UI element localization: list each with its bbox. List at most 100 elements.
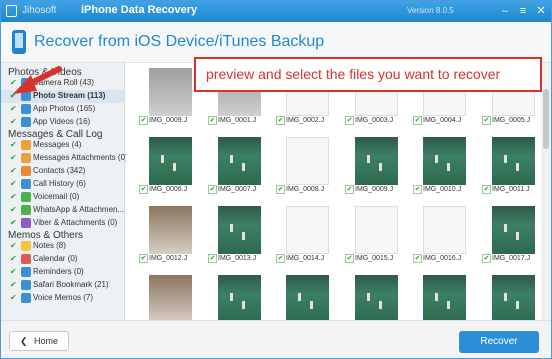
photo-thumbnail[interactable]: ✔ IMG_0011.J	[482, 137, 535, 194]
check-icon[interactable]: ✔	[10, 281, 18, 289]
photo-thumbnail[interactable]: ✔ IMG_0015.J	[345, 206, 398, 263]
sidebar-item[interactable]: ✔ Voicemail (0)	[1, 191, 124, 204]
photo-thumbnail[interactable]: ✔ IMG_0012.J	[139, 206, 192, 263]
photo-thumbnail[interactable]: ✔ IMG_0014.J	[276, 206, 329, 263]
check-icon[interactable]: ✔	[10, 167, 18, 175]
thumbnail-image[interactable]	[423, 206, 466, 254]
thumbnail-checkbox[interactable]: ✔	[208, 116, 217, 125]
check-icon[interactable]: ✔	[10, 255, 18, 263]
thumbnail-checkbox[interactable]: ✔	[208, 185, 217, 194]
sidebar-item-label: Voicemail (0)	[33, 192, 80, 201]
check-icon[interactable]: ✔	[10, 193, 18, 201]
thumbnail-checkbox[interactable]: ✔	[276, 185, 285, 194]
thumbnail-filename: IMG_0001.J	[218, 117, 257, 124]
thumbnail-checkbox[interactable]: ✔	[276, 116, 285, 125]
check-icon[interactable]: ✔	[10, 206, 18, 214]
footer-bar: ❮ Home Recover	[1, 320, 551, 358]
minimize-icon[interactable]: –	[497, 3, 513, 19]
thumbnail-checkbox[interactable]: ✔	[345, 254, 354, 263]
photo-detail	[516, 232, 519, 240]
sidebar-item[interactable]: ✔ Safari Bookmark (21)	[1, 279, 124, 292]
thumbnail-image[interactable]	[218, 275, 261, 323]
thumbnail-checkbox[interactable]: ✔	[276, 254, 285, 263]
thumbnail-image[interactable]	[355, 275, 398, 323]
thumbnail-image[interactable]	[149, 275, 192, 323]
thumbnail-checkbox[interactable]: ✔	[482, 185, 491, 194]
thumbnail-checkbox[interactable]: ✔	[139, 254, 148, 263]
thumbnail-checkbox[interactable]: ✔	[482, 116, 491, 125]
sidebar-item[interactable]: ✔ Messages (4)	[1, 139, 124, 152]
sidebar-item[interactable]: ✔ Calendar (0)	[1, 253, 124, 266]
photo-thumbnail[interactable]: ✔ IMG_0007.J	[208, 137, 261, 194]
sidebar-item-label: Voice Memos (7)	[33, 293, 94, 302]
thumbnail-checkbox[interactable]: ✔	[413, 185, 422, 194]
check-icon[interactable]: ✔	[10, 268, 18, 276]
sidebar-item[interactable]: ✔ App Videos (16)	[1, 116, 124, 129]
photo-detail	[173, 163, 176, 171]
thumbnail-image[interactable]	[218, 206, 261, 254]
thumbnail-image[interactable]	[286, 137, 329, 185]
thumbnail-image[interactable]	[218, 137, 261, 185]
thumbnail-checkbox[interactable]: ✔	[139, 185, 148, 194]
photo-detail	[435, 293, 438, 301]
thumbnail-grid: ✔ IMG_0009.J ✔ IMG_0001.J ✔ IMG_0002.J ✔ IMG_00…	[126, 63, 539, 332]
thumbnail-checkbox[interactable]: ✔	[139, 116, 148, 125]
photo-thumbnail[interactable]: ✔ IMG_0016.J	[413, 206, 466, 263]
vertical-scrollbar[interactable]	[541, 63, 551, 320]
thumbnail-checkbox[interactable]: ✔	[208, 254, 217, 263]
sidebar-item[interactable]: ✔ Viber & Attachments (0)	[1, 217, 124, 230]
check-icon[interactable]: ✔	[10, 219, 18, 227]
sidebar-item[interactable]: ✔ Messages Attachments (0)	[1, 152, 128, 165]
check-icon[interactable]: ✔	[10, 118, 18, 126]
photo-thumbnail[interactable]: ✔ IMG_0009.J	[345, 137, 398, 194]
sidebar-item[interactable]: ✔ WhatsApp & Attachmen...	[1, 204, 124, 217]
sidebar-item[interactable]: ✔ App Photos (165)	[1, 103, 124, 116]
thumbnail-filename: IMG_0005.J	[492, 117, 531, 124]
category-icon	[21, 104, 31, 114]
photo-thumbnail[interactable]: ✔ IMG_0010.J	[413, 137, 466, 194]
check-icon[interactable]: ✔	[10, 154, 18, 162]
thumbnail-image[interactable]	[492, 275, 535, 323]
check-icon[interactable]: ✔	[10, 294, 18, 302]
photo-detail	[447, 163, 450, 171]
thumbnail-checkbox[interactable]: ✔	[345, 116, 354, 125]
sidebar-item-label: Viber & Attachments (0)	[33, 218, 118, 227]
thumbnail-image[interactable]	[286, 275, 329, 323]
thumbnail-image[interactable]	[286, 206, 329, 254]
thumbnail-checkbox[interactable]: ✔	[413, 254, 422, 263]
check-icon[interactable]: ✔	[10, 141, 18, 149]
menu-icon[interactable]: ≡	[515, 3, 531, 19]
thumbnail-filename: IMG_0003.J	[355, 117, 394, 124]
thumbnail-image[interactable]	[355, 206, 398, 254]
thumbnail-image[interactable]	[423, 137, 466, 185]
check-icon[interactable]: ✔	[10, 242, 18, 250]
photo-thumbnail[interactable]: ✔ IMG_0008.J	[276, 137, 329, 194]
scrollbar-thumb[interactable]	[543, 89, 549, 149]
photo-thumbnail[interactable]: ✔ IMG_0013.J	[208, 206, 261, 263]
check-icon[interactable]: ✔	[10, 105, 18, 113]
sidebar-item[interactable]: ✔ Call History (6)	[1, 178, 124, 191]
thumbnail-checkbox[interactable]: ✔	[345, 185, 354, 194]
red-arrow-icon	[13, 66, 62, 94]
thumbnail-image[interactable]	[149, 137, 192, 185]
sidebar-item[interactable]: ✔ Reminders (0)	[1, 266, 124, 279]
close-icon[interactable]: ✕	[533, 3, 549, 19]
thumbnail-image[interactable]	[423, 275, 466, 323]
thumbnail-image[interactable]	[492, 137, 535, 185]
category-icon	[21, 192, 31, 202]
thumbnail-image[interactable]	[355, 137, 398, 185]
thumbnail-checkbox[interactable]: ✔	[413, 116, 422, 125]
thumbnail-checkbox[interactable]: ✔	[482, 254, 491, 263]
category-icon	[21, 241, 31, 251]
home-button[interactable]: ❮ Home	[9, 331, 69, 351]
thumbnail-filename: IMG_0015.J	[355, 255, 394, 262]
recover-button[interactable]: Recover	[459, 331, 539, 353]
sidebar-item[interactable]: ✔ Contacts (342)	[1, 165, 124, 178]
thumbnail-image[interactable]	[149, 206, 192, 254]
check-icon[interactable]: ✔	[10, 180, 18, 188]
photo-thumbnail[interactable]: ✔ IMG_0006.J	[139, 137, 192, 194]
thumbnail-image[interactable]	[492, 206, 535, 254]
sidebar-item[interactable]: ✔ Notes (8)	[1, 240, 124, 253]
sidebar-item[interactable]: ✔ Voice Memos (7)	[1, 292, 124, 305]
photo-thumbnail[interactable]: ✔ IMG_0017.J	[482, 206, 535, 263]
